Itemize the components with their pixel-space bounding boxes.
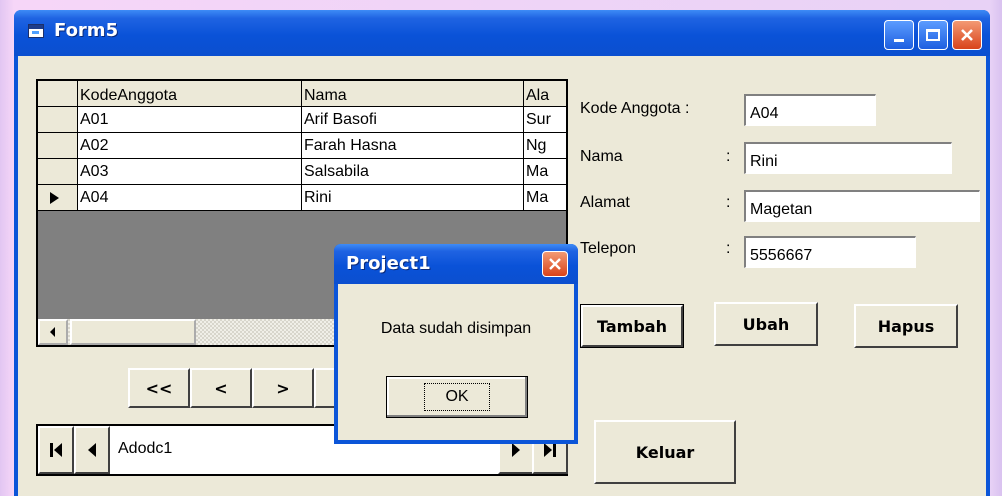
dialog-titlebar[interactable]: Project1 xyxy=(334,244,578,284)
next-record-button[interactable]: > xyxy=(252,368,314,408)
move-next-icon xyxy=(512,443,520,457)
colon-label: : xyxy=(726,148,731,165)
grid-cell[interactable]: Ma xyxy=(524,185,566,211)
close-icon xyxy=(549,258,561,270)
move-first-icon xyxy=(50,443,62,457)
grid-cell[interactable]: A04 xyxy=(78,185,302,211)
form-icon xyxy=(28,24,44,38)
close-button[interactable] xyxy=(952,20,982,50)
arrow-left-icon xyxy=(50,327,55,337)
grid-cell[interactable]: Farah Hasna xyxy=(302,133,524,159)
table-row[interactable]: A01 Arif Basofi Sur xyxy=(38,107,566,133)
hapus-button[interactable]: Hapus xyxy=(854,304,958,348)
alamat-field[interactable] xyxy=(744,190,980,222)
move-previous-icon xyxy=(88,443,96,457)
table-row[interactable]: A04 Rini Ma xyxy=(38,185,566,211)
grid-header-kodeanggota[interactable]: KodeAnggota xyxy=(78,81,302,107)
telepon-label: Telepon xyxy=(580,240,637,257)
dialog-client-area: Data sudah disimpan OK xyxy=(338,284,574,440)
move-last-icon xyxy=(544,443,556,457)
first-record-button[interactable]: << xyxy=(128,368,190,408)
telepon-field[interactable] xyxy=(744,236,916,268)
kode-anggota-label: Kode Anggota : xyxy=(580,100,690,117)
grid-cell[interactable]: A01 xyxy=(78,107,302,133)
close-icon xyxy=(961,29,973,41)
table-row[interactable]: A03 Salsabila Ma xyxy=(38,159,566,185)
grid-cell[interactable]: Ma xyxy=(524,159,566,185)
dialog-message: Data sudah disimpan xyxy=(380,320,532,337)
grid-header-alamat[interactable]: Ala xyxy=(524,81,566,107)
table-row[interactable]: A02 Farah Hasna Ng xyxy=(38,133,566,159)
ok-button[interactable]: OK xyxy=(386,376,528,418)
grid-corner xyxy=(38,81,78,107)
grid-cell[interactable]: Arif Basofi xyxy=(302,107,524,133)
alamat-label: Alamat xyxy=(580,194,630,211)
window-title: Form5 xyxy=(54,20,119,41)
maximize-icon xyxy=(926,29,940,41)
colon-label: : xyxy=(726,194,731,211)
window-titlebar[interactable]: Form5 xyxy=(14,10,990,56)
grid-cell[interactable]: A02 xyxy=(78,133,302,159)
kode-anggota-field[interactable] xyxy=(744,94,876,126)
nama-label: Nama xyxy=(580,148,623,165)
colon-label: : xyxy=(726,240,731,257)
nama-field[interactable] xyxy=(744,142,952,174)
row-selector[interactable] xyxy=(38,159,78,185)
row-selector[interactable] xyxy=(38,133,78,159)
dialog-title: Project1 xyxy=(346,253,431,274)
maximize-button[interactable] xyxy=(918,20,948,50)
scrollbar-thumb[interactable] xyxy=(70,319,196,345)
keluar-button[interactable]: Keluar xyxy=(594,420,736,484)
grid-cell[interactable]: Rini xyxy=(302,185,524,211)
dialog-close-button[interactable] xyxy=(542,251,568,277)
adodc-caption: Adodc1 xyxy=(118,440,173,457)
ubah-button[interactable]: Ubah xyxy=(714,302,818,346)
previous-record-button[interactable]: < xyxy=(190,368,252,408)
grid-header-row: KodeAnggota Nama Ala xyxy=(38,81,566,107)
row-selector[interactable] xyxy=(38,185,78,211)
grid-cell[interactable]: Sur xyxy=(524,107,566,133)
grid-header-nama[interactable]: Nama xyxy=(302,81,524,107)
tambah-button[interactable]: Tambah xyxy=(580,304,684,348)
grid-cell[interactable]: A03 xyxy=(78,159,302,185)
grid-cell[interactable]: Salsabila xyxy=(302,159,524,185)
grid-cell[interactable]: Ng xyxy=(524,133,566,159)
minimize-button[interactable] xyxy=(884,20,914,50)
row-selector[interactable] xyxy=(38,107,78,133)
ok-button-label: OK xyxy=(424,383,490,411)
move-previous-button[interactable] xyxy=(74,426,110,474)
minimize-icon xyxy=(894,38,904,42)
row-pointer-icon xyxy=(50,192,59,204)
move-first-button[interactable] xyxy=(38,426,74,474)
scroll-left-button[interactable] xyxy=(38,319,68,345)
message-dialog: Project1 Data sudah disimpan OK xyxy=(334,244,578,444)
